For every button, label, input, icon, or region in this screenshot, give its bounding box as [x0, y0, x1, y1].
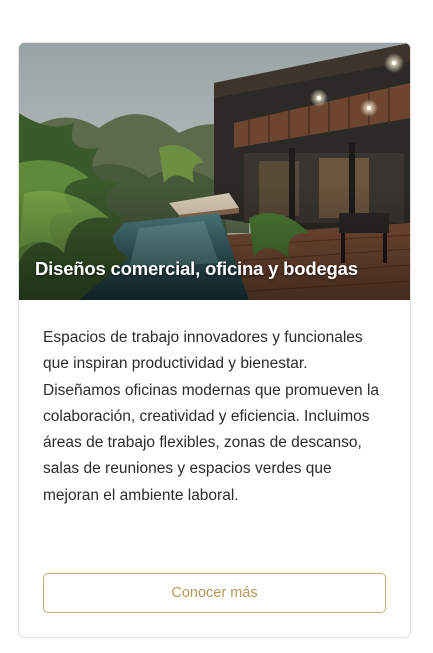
card-description: Espacios de trabajo innovadores y funcio… — [43, 329, 380, 504]
learn-more-button[interactable]: Conocer más — [43, 573, 386, 613]
service-card: Diseños comercial, oficina y bodegas Esp… — [18, 42, 411, 638]
card-image: Diseños comercial, oficina y bodegas — [19, 43, 410, 300]
card-title: Diseños comercial, oficina y bodegas — [35, 258, 358, 279]
